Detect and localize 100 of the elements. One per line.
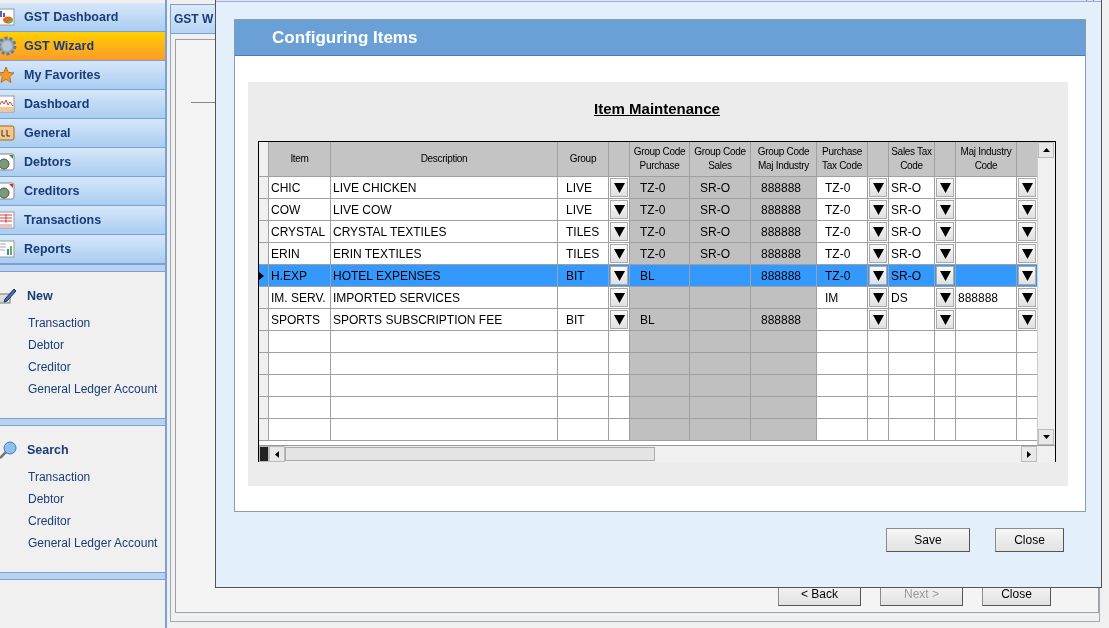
table-cell: SR-O	[889, 221, 935, 243]
table-cell	[751, 353, 817, 375]
dropdown-button[interactable]	[936, 200, 954, 219]
table-cell: LIVE	[558, 199, 609, 221]
dropdown-button[interactable]	[610, 266, 628, 285]
vertical-scrollbar[interactable]	[1037, 142, 1055, 445]
column-header[interactable]: Sales Tax Code	[889, 142, 935, 177]
nav-item[interactable]: Creditors	[0, 177, 165, 206]
table-cell: COW	[269, 199, 331, 221]
nav-item[interactable]: General	[0, 119, 165, 148]
sidebar-link[interactable]: Debtor	[28, 338, 165, 360]
caret-icon	[1021, 204, 1033, 215]
table-cell: SR-O	[690, 243, 751, 265]
dropdown-button[interactable]	[1018, 244, 1036, 263]
scroll-left-icon[interactable]	[275, 450, 279, 458]
nav-item[interactable]: My Favorites	[0, 61, 165, 90]
column-header[interactable]: Maj Industry Code	[956, 142, 1017, 177]
table-cell	[889, 375, 935, 397]
scroll-down-icon[interactable]	[1042, 435, 1050, 439]
table-cell: SR-O	[889, 199, 935, 221]
dropdown-button[interactable]	[1018, 288, 1036, 307]
nav-item[interactable]: Dashboard	[0, 90, 165, 119]
nav-item[interactable]: GST Wizard	[0, 32, 165, 61]
column-header[interactable]: Group Code Maj Industry	[751, 142, 817, 177]
dropdown-button[interactable]	[869, 310, 887, 329]
table-cell: IM	[817, 287, 868, 309]
caret-icon	[1021, 314, 1033, 325]
dropdown-button[interactable]	[936, 244, 954, 263]
table-cell: BL	[630, 309, 690, 331]
dropdown-button[interactable]	[1018, 222, 1036, 241]
dropdown-button[interactable]	[610, 288, 628, 307]
dropdown-button[interactable]	[869, 178, 887, 197]
table-cell	[690, 375, 751, 397]
table-cell	[751, 419, 817, 441]
gear-icon	[0, 36, 17, 56]
column-header[interactable]: Group Code Purchase	[630, 142, 690, 177]
table-cell	[558, 375, 609, 397]
sidebar-link[interactable]: General Ledger Account	[28, 382, 165, 404]
dropdown-button[interactable]	[869, 288, 887, 307]
column-header[interactable]: Group	[558, 142, 609, 177]
column-header[interactable]: Item	[269, 142, 331, 177]
sidebar-link[interactable]: Transaction	[28, 316, 165, 338]
nav-item[interactable]: Debtors	[0, 148, 165, 177]
row-header[interactable]	[259, 265, 269, 287]
nav-item[interactable]: Transactions	[0, 206, 165, 235]
sidebar-link[interactable]: Creditor	[28, 360, 165, 382]
tab-title[interactable]: GST W	[174, 12, 214, 26]
dropdown-button[interactable]	[1018, 200, 1036, 219]
table-cell	[630, 419, 690, 441]
table-cell: 888888	[751, 221, 817, 243]
sidebar-link[interactable]: General Ledger Account	[28, 536, 165, 558]
table-cell	[630, 397, 690, 419]
dropdown-button[interactable]	[936, 266, 954, 285]
dropdown-button[interactable]	[869, 200, 887, 219]
caret-icon	[939, 226, 951, 237]
dropdown-button[interactable]	[869, 222, 887, 241]
sidebar-link[interactable]: Creditor	[28, 514, 165, 536]
table-cell	[630, 353, 690, 375]
dropdown-button[interactable]	[610, 244, 628, 263]
pie-chart-icon	[0, 8, 15, 26]
dropdown-button[interactable]	[869, 244, 887, 263]
caret-icon	[872, 270, 884, 281]
table-cell	[751, 397, 817, 419]
scroll-up-icon[interactable]	[1042, 148, 1050, 152]
dropdown-button[interactable]	[1018, 310, 1036, 329]
table-cell	[690, 331, 751, 353]
scroll-thumb[interactable]	[285, 447, 655, 461]
table-cell: IM. SERV.	[269, 287, 331, 309]
horizontal-scrollbar[interactable]	[259, 445, 1055, 462]
dialog-button[interactable]: Save	[886, 528, 970, 552]
dropdown-button[interactable]	[610, 178, 628, 197]
table-cell	[751, 331, 817, 353]
coins-icon	[0, 153, 15, 171]
table-cell	[935, 419, 956, 441]
nav-item[interactable]: Reports	[0, 235, 165, 264]
dropdown-button[interactable]	[936, 288, 954, 307]
dropdown-button[interactable]	[936, 222, 954, 241]
caret-icon	[939, 182, 951, 193]
dropdown-button[interactable]	[1018, 266, 1036, 285]
column-header[interactable]: Purchase Tax Code	[817, 142, 868, 177]
sidebar-link[interactable]: Debtor	[28, 492, 165, 514]
sidebar-link[interactable]: Transaction	[28, 470, 165, 492]
dialog-button[interactable]: Close	[995, 528, 1064, 552]
dropdown-button[interactable]	[1018, 178, 1036, 197]
dropdown-button[interactable]	[610, 200, 628, 219]
column-header[interactable]: Group Code Sales	[690, 142, 751, 177]
table-cell: CHIC	[269, 177, 331, 199]
dropdown-button[interactable]	[936, 310, 954, 329]
dropdown-button[interactable]	[936, 178, 954, 197]
caret-icon	[613, 226, 625, 237]
table-cell	[817, 375, 868, 397]
table-cell: TZ-0	[630, 177, 690, 199]
column-header[interactable]: Description	[331, 142, 558, 177]
dropdown-button[interactable]	[869, 266, 887, 285]
nav-item[interactable]: GST Dashboard	[0, 3, 165, 32]
table-cell: SR-O	[889, 177, 935, 199]
dropdown-button[interactable]	[610, 222, 628, 241]
dropdown-button[interactable]	[610, 310, 628, 329]
caret-icon	[613, 314, 625, 325]
scroll-right-icon[interactable]	[1027, 450, 1031, 458]
